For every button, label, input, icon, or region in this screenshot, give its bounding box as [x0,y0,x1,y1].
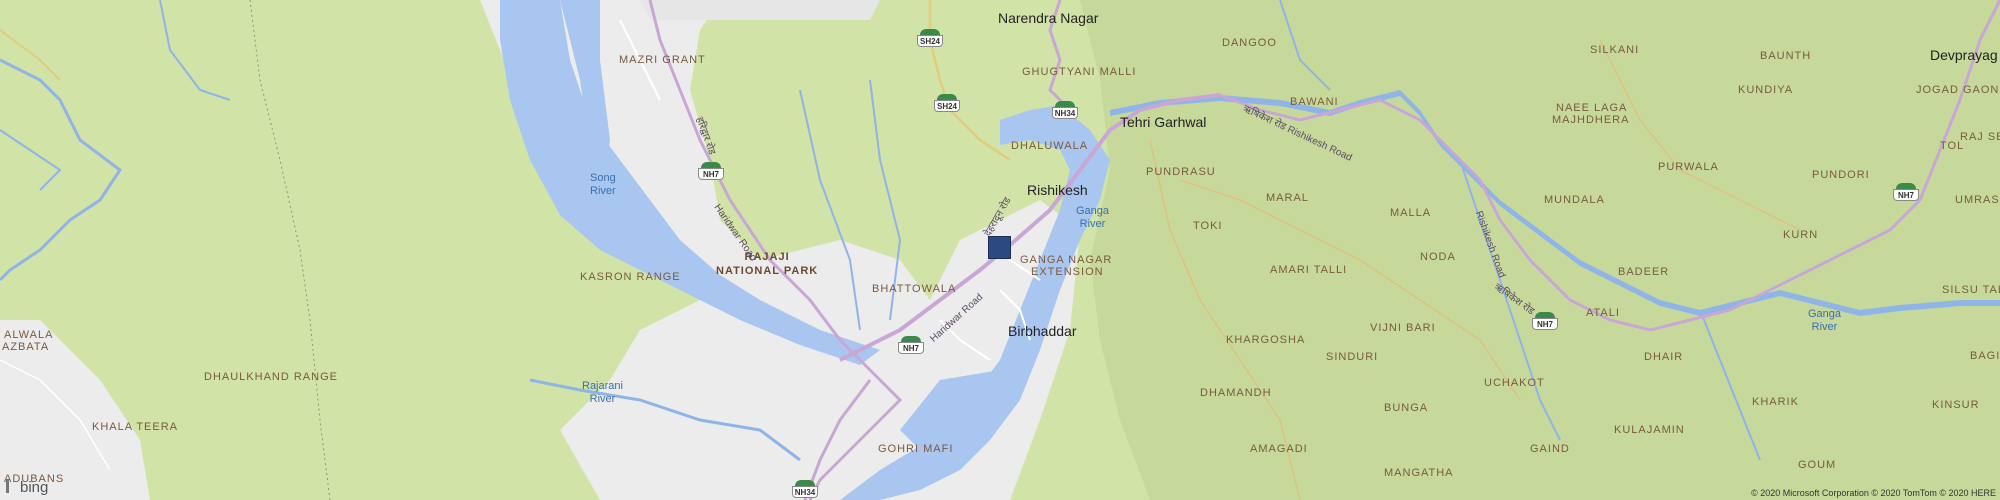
place-label-toki: TOKI [1193,220,1223,232]
place-label-kundiya: KUNDIYA [1738,84,1794,96]
place-label-pundori: PUNDORI [1812,169,1870,181]
place-label-amagadi: AMAGADI [1250,443,1308,455]
water-label-ganga-river-east: Ganga River [1808,308,1841,334]
place-label-silsu-tal: SILSU TAL [1942,284,2000,296]
water-label-line2: River [589,393,616,405]
highway-shield-sh24: SH24 [934,94,960,114]
place-label-umrasu: UMRASU [1955,194,2000,206]
place-label-tol: TOL [1940,140,1965,152]
map-copyright: © 2020 Microsoft Corporation © 2020 TomT… [1751,488,1996,498]
place-label-malla: MALLA [1390,207,1432,219]
town-label-tehri-garhwal: Tehri Garhwal [1120,114,1207,130]
highway-shield-nh7: NH7 [1532,312,1558,332]
place-label-dhaulkhand-range: DHAULKHAND RANGE [204,371,338,383]
map-view[interactable]: Narendra Nagar Tehri Garhwal Rishikesh B… [0,0,2000,500]
place-label-noda: NODA [1420,251,1456,263]
town-label-rishikesh: Rishikesh [1027,182,1088,198]
highway-shield-nh34: NH34 [1052,101,1078,121]
place-label-uchakot: UCHAKOT [1484,377,1545,389]
bing-logo-icon [6,480,17,493]
highway-shield-nh7: NH7 [698,162,724,182]
place-label-maral: MARAL [1266,192,1309,204]
place-label-gaind: GAIND [1530,443,1570,455]
place-label-bawani: BAWANI [1290,96,1339,108]
town-label-narendra-nagar: Narendra Nagar [998,10,1099,26]
place-label-bhattowala: BHATTOWALA [872,283,957,295]
place-label-mazri-grant: MAZRI GRANT [619,54,706,66]
place-label-ganga-nagar: GANGA NAGAR [1020,254,1113,266]
town-label-devprayag: Devprayag [1930,47,1998,63]
place-label-alwala: ALWALA [4,329,54,341]
place-label-pundrasu: PUNDRASU [1146,166,1216,178]
place-label-khargosha: KHARGOSHA [1226,334,1306,346]
place-label-bagi: BAGI [1970,350,2000,362]
water-label-rajarani-river: Rajarani River [582,380,623,406]
water-label-line2: River [1079,218,1106,230]
place-label-kharik: KHARIK [1752,396,1799,408]
place-label-kulajamin: KULAJAMIN [1614,424,1685,436]
place-label-silkani: SILKANI [1590,44,1640,56]
place-label-sinduri: SINDURI [1326,351,1379,363]
place-label-jogad-gaon: JOGAD GAON [1916,84,2000,96]
place-label-majhdhera: MAJHDHERA [1552,114,1630,126]
place-label-gohri-mafi: GOHRI MAFI [878,443,954,455]
location-pin-marker[interactable] [988,236,1011,259]
water-label-line2: River [590,185,616,197]
water-label-line1: Song [590,172,616,184]
highway-shield-nh34: NH34 [792,480,818,500]
water-label-line1: Rajarani [582,380,623,392]
place-label-vijni-bari: VIJNI BARI [1370,322,1436,334]
place-label-purwala: PURWALA [1658,161,1719,173]
place-label-kinsur: KINSUR [1932,399,1980,411]
place-label-mangatha: MANGATHA [1384,467,1454,479]
place-label-naee-laga: NAEE LAGA [1556,102,1628,114]
park-label-rajaji: RAJAJI NATIONAL PARK [716,250,818,278]
water-label-line1: Ganga [1808,308,1842,320]
park-label-line2: NATIONAL PARK [716,265,819,277]
highway-shield-nh7: NH7 [898,336,924,356]
water-label-line2: River [1811,321,1838,333]
place-label-mundala: MUNDALA [1544,194,1605,206]
place-label-raj-se: RAJ SE [1960,131,2000,143]
bing-logo: bing [6,479,48,496]
place-label-dangoo: DANGOO [1222,37,1277,49]
town-label-birbhaddar: Birbhaddar [1008,323,1077,339]
place-label-amari-talli: AMARI TALLI [1270,264,1348,276]
place-label-extension: EXTENSION [1031,266,1104,278]
place-label-khala-teera: KHALA TEERA [92,421,178,433]
place-label-dhamandh: DHAMANDH [1200,387,1272,399]
place-label-goum: GOUM [1798,459,1837,471]
water-label-line1: Ganga [1076,205,1110,217]
place-label-baunth: BAUNTH [1760,50,1812,62]
place-label-azbata: AZBATA [2,341,50,353]
highway-shield-nh7: NH7 [1893,183,1919,203]
place-label-atali: ATALI [1586,307,1620,319]
place-label-kasron-range: KASRON RANGE [580,271,681,283]
bing-logo-text: bing [20,479,49,496]
park-label-line1: RAJAJI [744,251,790,263]
place-label-dhaluwala: DHALUWALA [1011,140,1089,152]
water-label-ganga-river: Ganga River [1076,205,1109,231]
place-label-ghugtyani-malli: GHUGTYANI MALLI [1022,66,1137,78]
place-label-kurn: KURN [1783,229,1819,241]
water-label-song-river: Song River [590,172,616,198]
place-label-dhair: DHAIR [1644,351,1684,363]
place-label-badeer: BADEER [1618,266,1670,278]
highway-shield-sh24: SH24 [917,29,943,49]
place-label-bunga: BUNGA [1384,402,1429,414]
